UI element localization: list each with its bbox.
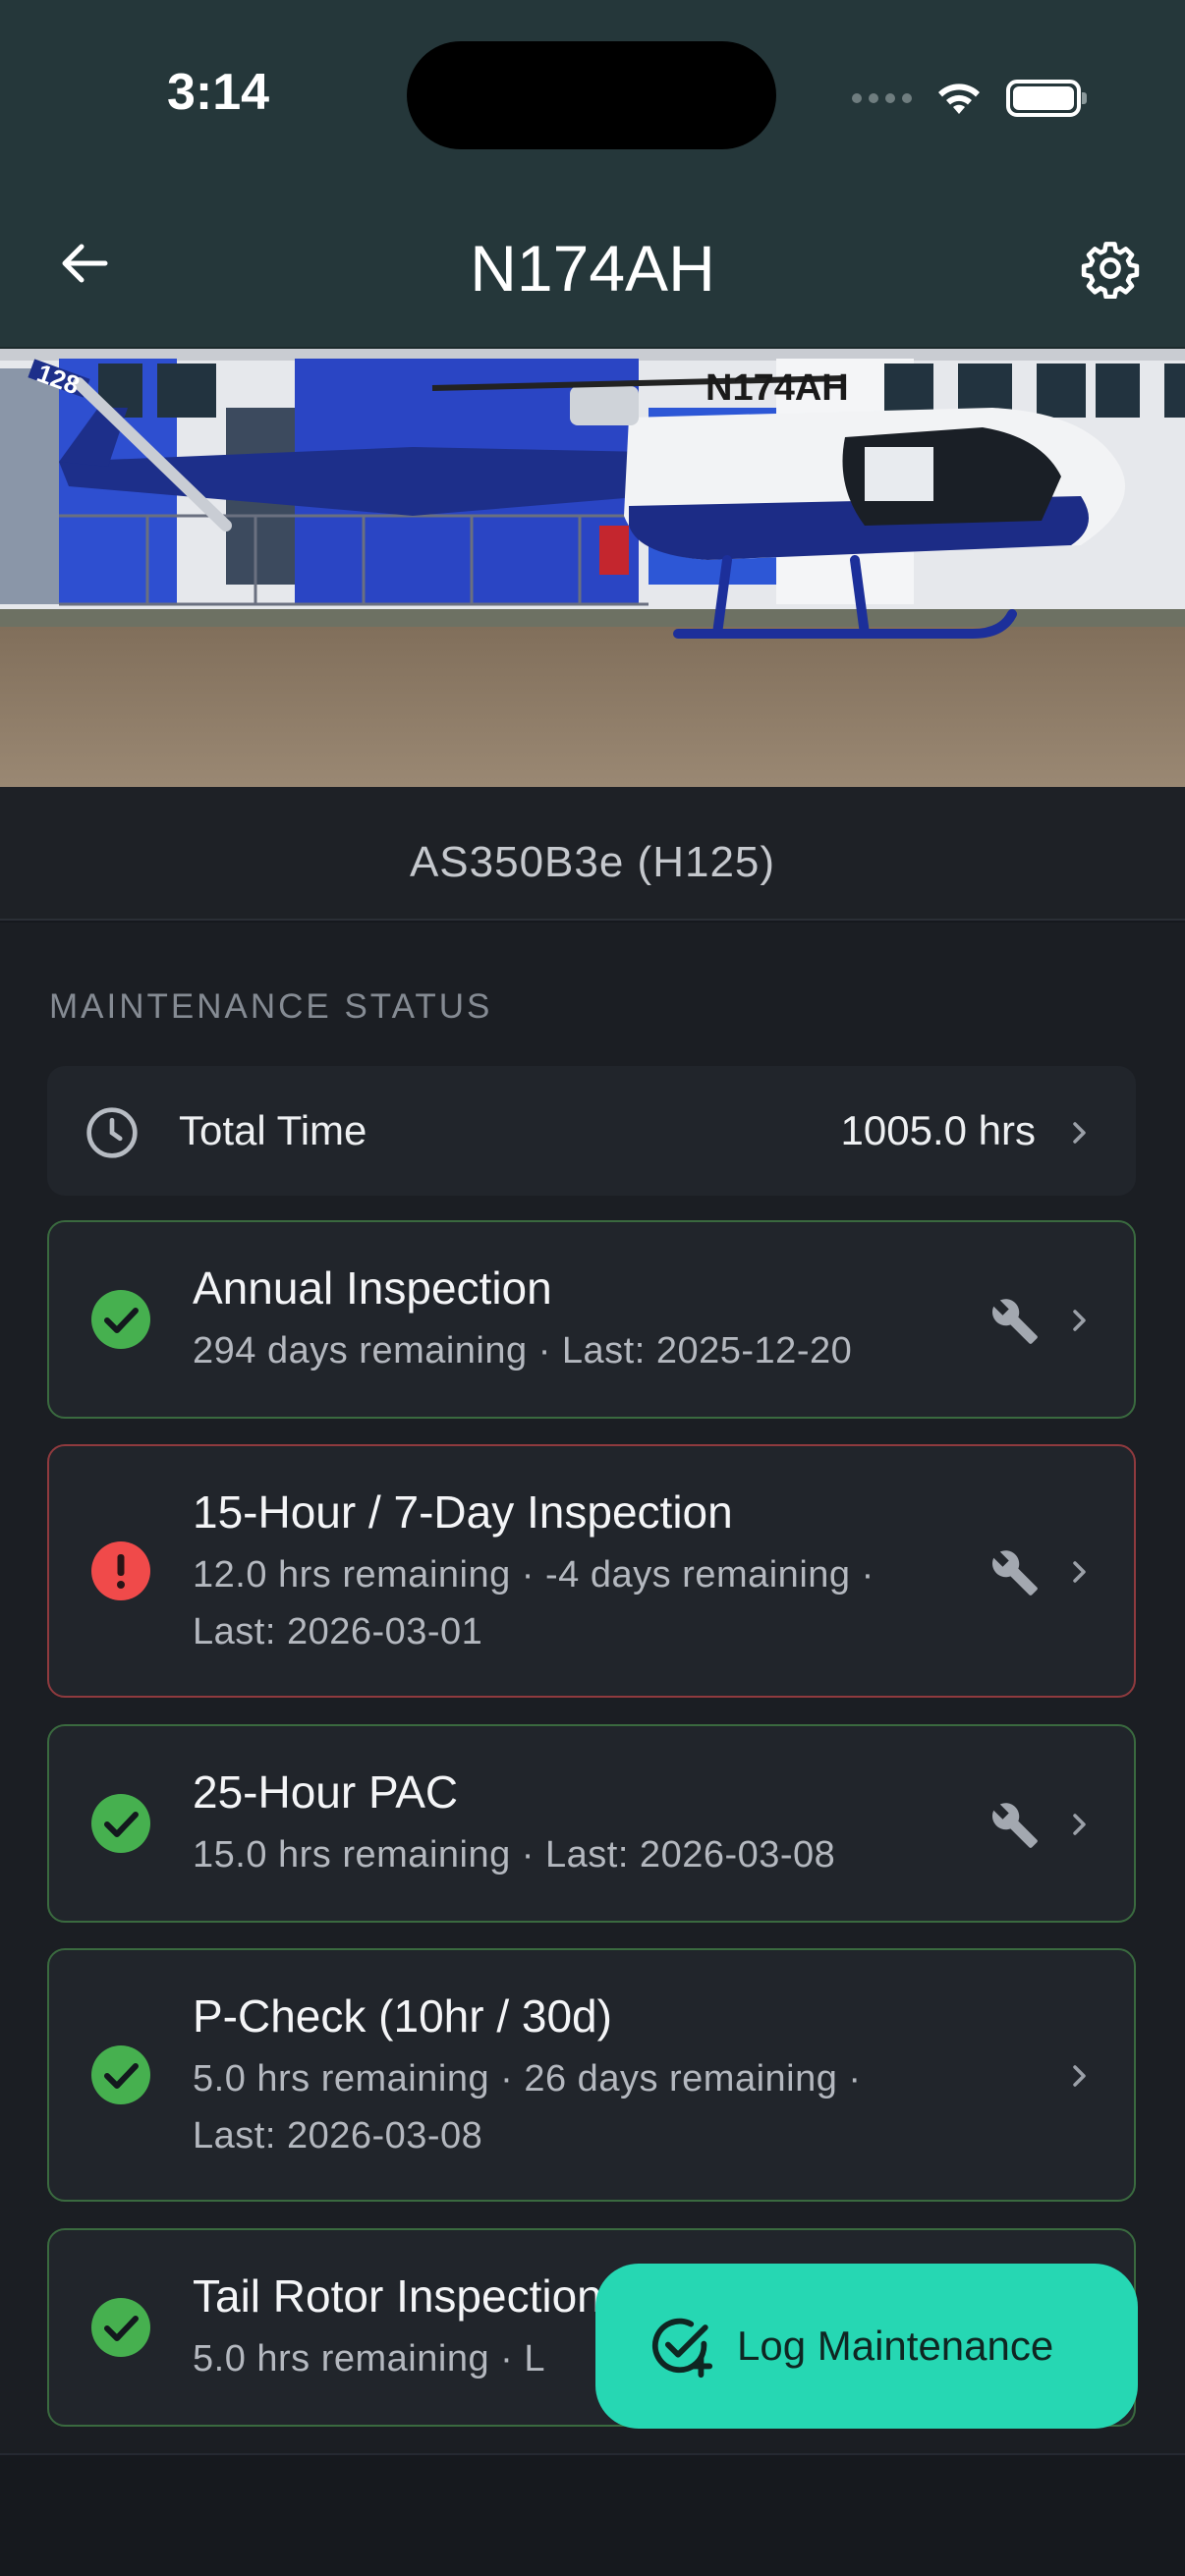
aircraft-photo: N174AH 128 [0,349,1185,787]
status-bar: 3:14 [0,0,1185,192]
maintenance-item-15-hour[interactable]: 15-Hour / 7-Day Inspection 12.0 hrs rema… [47,1444,1136,1698]
helicopter-image: N174AH 128 [0,349,1185,787]
item-title: P-Check (10hr / 30d) [193,1990,612,2042]
total-time-value: 1005.0 hrs [840,1107,1036,1153]
total-time-label: Total Time [179,1107,367,1153]
status-icons [852,75,1087,122]
check-circle-icon [91,1290,150,1349]
wrench-icon[interactable] [990,1548,1040,1597]
item-details: 294 days remaining · Last: 2025-12-20 [193,1330,853,1372]
tail-number-text: N174AH [705,367,849,409]
cellular-signal-icon [852,93,912,103]
chevron-right-icon [1073,1122,1086,1144]
log-maintenance-label: Log Maintenance [737,2323,1054,2369]
maintenance-item-p-check[interactable]: P-Check (10hr / 30d) 5.0 hrs remaining ·… [47,1948,1136,2202]
item-details: 15.0 hrs remaining · Last: 2026-03-08 [193,1834,836,1876]
wrench-icon[interactable] [990,1801,1040,1850]
gear-icon [1081,242,1140,299]
item-title: Annual Inspection [193,1262,552,1314]
settings-button[interactable] [1071,229,1150,308]
chevron-right-icon [1073,1561,1086,1583]
battery-icon [1006,80,1087,117]
item-title: Tail Rotor Inspection [193,2270,602,2322]
chevron-right-icon [1073,1310,1086,1331]
total-time-row[interactable]: Total Time 1005.0 hrs [47,1066,1136,1196]
alert-circle-icon [91,1541,150,1600]
dynamic-island [407,41,776,149]
clock-icon [86,1107,138,1158]
log-maintenance-button[interactable]: Log Maintenance [595,2264,1138,2429]
section-title: MAINTENANCE STATUS [49,987,493,1026]
page-title: N174AH [470,232,715,305]
chevron-right-icon [1073,2065,1086,2087]
item-title: 15-Hour / 7-Day Inspection [193,1486,733,1538]
check-circle-plus-icon [651,2318,713,2379]
item-last-date: Last: 2026-03-08 [193,2115,483,2156]
wrench-icon[interactable] [990,1297,1040,1346]
wifi-icon [938,84,980,114]
item-title: 25-Hour PAC [193,1766,459,1818]
item-last-date: Last: 2026-03-01 [193,1611,483,1652]
aircraft-model-row: AS350B3e (H125) [0,787,1185,921]
check-circle-icon [91,1794,150,1853]
nav-bar: N174AH [0,192,1185,349]
item-details: 5.0 hrs remaining · L [193,2338,545,2380]
section-header: MAINTENANCE STATUS [0,923,1185,1052]
check-circle-icon [91,2298,150,2357]
chevron-right-icon [1073,1814,1086,1835]
maintenance-item-annual[interactable]: Annual Inspection 294 days remaining · L… [47,1220,1136,1419]
aircraft-model: AS350B3e (H125) [409,838,776,886]
item-details: 5.0 hrs remaining · 26 days remaining · [193,2058,862,2100]
check-circle-icon [91,2045,150,2104]
maintenance-item-25-hour-pac[interactable]: 25-Hour PAC 15.0 hrs remaining · Last: 2… [47,1724,1136,1923]
bottom-safe-area [0,2453,1185,2576]
status-time: 3:14 [167,64,270,121]
item-details: 12.0 hrs remaining · -4 days remaining · [193,1554,875,1596]
